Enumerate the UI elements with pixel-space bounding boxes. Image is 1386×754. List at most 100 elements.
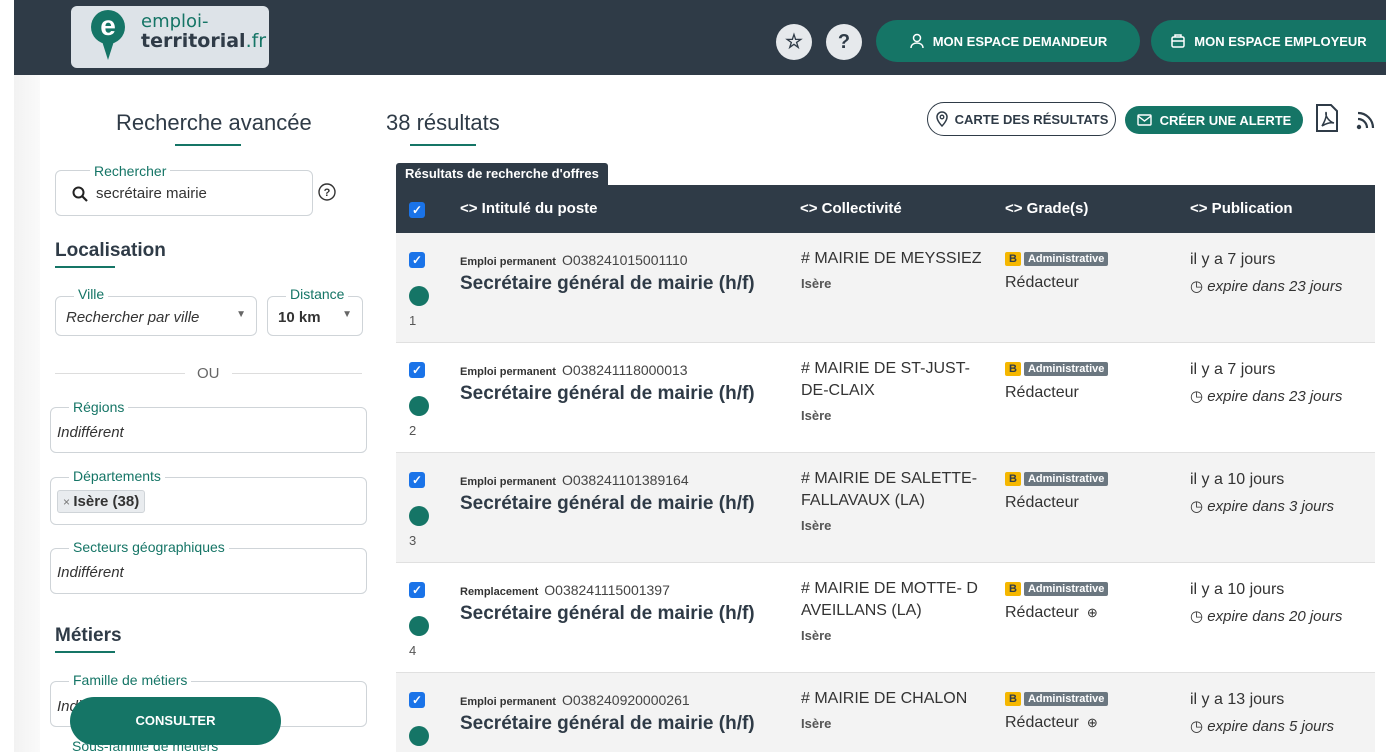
- offer-type-label: Emploi permanent: [460, 256, 556, 268]
- carte-resultats-button[interactable]: CARTE DES RÉSULTATS: [927, 102, 1116, 136]
- collectivite-name[interactable]: # MAIRIE DE MEYSSIEZ: [801, 248, 986, 270]
- rss-icon[interactable]: [1356, 110, 1376, 130]
- filiere-badge: Administrative: [1023, 252, 1109, 266]
- famille-legend: Famille de métiers: [69, 672, 192, 688]
- espace-demandeur-label: MON ESPACE DEMANDEUR: [932, 33, 1108, 49]
- metiers-heading: Métiers: [55, 625, 122, 646]
- collectivite-name[interactable]: # MAIRIE DE MOTTE- D AVEILLANS (LA): [801, 578, 986, 622]
- grade-badges: B Administrative: [1005, 472, 1109, 486]
- grade-badges: B Administrative: [1005, 692, 1109, 706]
- chip-remove-icon[interactable]: ×: [63, 495, 73, 509]
- chevron-down-icon: ▼: [236, 309, 246, 320]
- regions-select[interactable]: Régions Indifférent: [50, 399, 367, 453]
- expiry-label: expire dans 23 jours: [1207, 278, 1343, 295]
- distance-legend: Distance: [286, 286, 349, 302]
- creer-alerte-label: CRÉER UNE ALERTE: [1159, 112, 1292, 128]
- status-dot: [409, 396, 429, 416]
- ville-select[interactable]: Ville Rechercher par ville ▼: [55, 286, 257, 336]
- building-icon: [1171, 34, 1186, 48]
- offer-title-link[interactable]: Secrétaire général de mairie (h/f): [460, 603, 755, 625]
- col-grade[interactable]: <> Grade(s): [1005, 200, 1088, 217]
- col-intitule[interactable]: <> Intitulé du poste: [460, 200, 598, 217]
- table-row[interactable]: ✓ 2 Emploi permanent O038241118000013 Sec…: [396, 343, 1375, 453]
- row-number: 4: [409, 643, 417, 658]
- espace-employeur-label: MON ESPACE EMPLOYEUR: [1194, 33, 1367, 49]
- zoom-in-icon[interactable]: ⊕: [1087, 715, 1098, 730]
- filiere-badge: Administrative: [1023, 472, 1109, 486]
- departements-select[interactable]: Départements × Isère (38): [50, 468, 367, 525]
- offer-title-link[interactable]: Secrétaire général de mairie (h/f): [460, 383, 755, 405]
- collectivite-cell: # MAIRIE DE SALETTE-FALLAVAUX (LA) Isère: [801, 468, 986, 537]
- help-icon[interactable]: ?: [826, 24, 862, 60]
- pdf-icon[interactable]: [1314, 104, 1340, 132]
- category-b-badge: B: [1005, 472, 1021, 486]
- offer-reference: O038241101389164: [561, 472, 689, 488]
- search-input[interactable]: secrétaire mairie: [96, 185, 207, 202]
- search-field[interactable]: Rechercher secrétaire mairie: [55, 163, 313, 216]
- row-checkbox[interactable]: ✓: [409, 252, 425, 268]
- site-logo[interactable]: e emploi- territorial.fr: [71, 6, 269, 68]
- expiry-label: expire dans 23 jours: [1207, 388, 1343, 405]
- departement-name: Isère: [801, 276, 832, 291]
- table-row[interactable]: ✓ Emploi permanent O038240920000261 Secré…: [396, 673, 1375, 752]
- grade-badges: B Administrative: [1005, 252, 1109, 266]
- expiry: ◷ expire dans 3 jours: [1190, 497, 1334, 515]
- offer-reference: O038240920000261: [561, 692, 690, 708]
- results-count: 38 résultats: [386, 110, 500, 135]
- col-collectivite[interactable]: <> Collectivité: [800, 200, 902, 217]
- offer-title-link[interactable]: Secrétaire général de mairie (h/f): [460, 713, 755, 735]
- table-row[interactable]: ✓ 3 Emploi permanent O038241101389164 Sec…: [396, 453, 1375, 563]
- grade-name: Rédacteur: [1005, 494, 1079, 511]
- publication-date: il y a 7 jours: [1190, 251, 1276, 268]
- help-circle-icon[interactable]: ?: [318, 183, 336, 201]
- results-underline: [410, 144, 476, 146]
- logo-text-top: emploi-: [141, 11, 209, 32]
- creer-alerte-button[interactable]: CRÉER UNE ALERTE: [1125, 106, 1303, 134]
- grade-name: Rédacteur: [1005, 384, 1079, 401]
- status-dot: [409, 286, 429, 306]
- consulter-button[interactable]: CONSULTER: [70, 697, 281, 745]
- expiry: ◷ expire dans 20 jours: [1190, 607, 1342, 625]
- user-icon: [909, 33, 924, 49]
- clock-icon: ◷: [1190, 608, 1208, 625]
- row-checkbox[interactable]: ✓: [409, 362, 425, 378]
- expiry-label: expire dans 5 jours: [1207, 718, 1335, 735]
- espace-employeur-button[interactable]: MON ESPACE EMPLOYEUR: [1151, 20, 1386, 62]
- favorites-star-icon[interactable]: ☆: [776, 24, 812, 60]
- collectivite-cell: # MAIRIE DE CHALON Isère: [801, 688, 986, 735]
- logo-pin-tail: [101, 38, 115, 60]
- results-tab[interactable]: Résultats de recherche d'offres: [396, 163, 608, 185]
- select-all-checkbox[interactable]: ✓: [409, 202, 425, 218]
- row-number: 3: [409, 533, 417, 548]
- col-publication[interactable]: <> Publication: [1190, 200, 1293, 217]
- svg-text:?: ?: [324, 187, 331, 199]
- title-underline: [175, 144, 241, 146]
- expiry: ◷ expire dans 23 jours: [1190, 387, 1342, 405]
- row-checkbox[interactable]: ✓: [409, 472, 425, 488]
- clock-icon: ◷: [1190, 388, 1208, 405]
- distance-value: 10 km: [278, 309, 321, 326]
- offer-title-link[interactable]: Secrétaire général de mairie (h/f): [460, 273, 755, 295]
- offer-reference: O038241115001397: [544, 582, 670, 598]
- table-row[interactable]: ✓ 4 Remplacement O038241115001397 Secréta…: [396, 563, 1375, 673]
- collectivite-name[interactable]: # MAIRIE DE ST-JUST-DE-CLAIX: [801, 358, 986, 402]
- publication-date: il y a 10 jours: [1190, 471, 1285, 488]
- espace-demandeur-button[interactable]: MON ESPACE DEMANDEUR: [876, 20, 1140, 62]
- distance-select[interactable]: Distance 10 km ▼: [267, 286, 363, 336]
- category-b-badge: B: [1005, 692, 1021, 706]
- grade-badges: B Administrative: [1005, 362, 1109, 376]
- localisation-heading: Localisation: [55, 240, 166, 261]
- mail-icon: [1136, 114, 1152, 126]
- offer-type: Remplacement O038241115001397: [460, 582, 670, 598]
- table-row[interactable]: ✓ 1 Emploi permanent O038241015001110 Sec…: [396, 233, 1375, 343]
- departement-chip[interactable]: × Isère (38): [57, 490, 146, 513]
- zoom-in-icon[interactable]: ⊕: [1087, 605, 1098, 620]
- collectivite-name[interactable]: # MAIRIE DE SALETTE-FALLAVAUX (LA): [801, 468, 986, 512]
- grade-name: Rédacteur ⊕: [1005, 604, 1098, 622]
- secteurs-select[interactable]: Secteurs géographiques Indifférent: [50, 539, 367, 594]
- row-checkbox[interactable]: ✓: [409, 692, 425, 708]
- row-checkbox[interactable]: ✓: [409, 582, 425, 598]
- collectivite-name[interactable]: # MAIRIE DE CHALON: [801, 688, 986, 710]
- ville-legend: Ville: [74, 286, 109, 302]
- offer-title-link[interactable]: Secrétaire général de mairie (h/f): [460, 493, 755, 515]
